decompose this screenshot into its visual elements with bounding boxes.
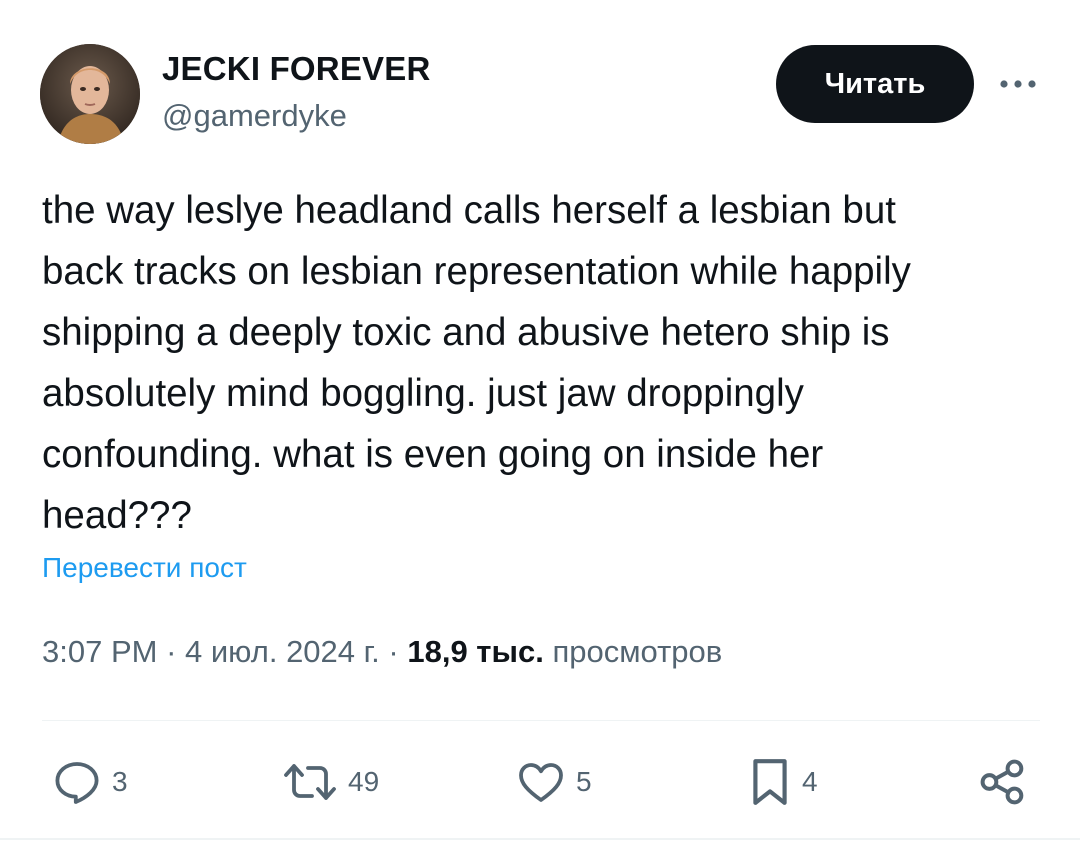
- tweet-text-line: head???: [42, 494, 192, 537]
- repost-icon: [284, 764, 336, 800]
- bookmark-icon: [753, 759, 787, 805]
- reply-count: 3: [112, 766, 128, 797]
- divider: [42, 720, 1040, 721]
- tweet-text-line: the way leslye headland calls herself a …: [42, 189, 896, 232]
- follow-button[interactable]: Читать: [776, 45, 974, 123]
- tweet-text: the way leslye headland calls herself a …: [42, 180, 1042, 546]
- user-handle[interactable]: @gamerdyke: [162, 98, 347, 134]
- repost-button[interactable]: 49: [282, 756, 379, 808]
- tweet-meta: 3:07 PM · 4 июл. 2024 г. · 18,9 тыс. про…: [42, 634, 722, 670]
- tweet-text-line: absolutely mind boggling. just jaw dropp…: [42, 372, 804, 415]
- bookmark-count: 4: [802, 766, 818, 797]
- bookmark-button[interactable]: 4: [748, 756, 818, 808]
- tweet-text-line: shipping a deeply toxic and abusive hete…: [42, 311, 890, 354]
- heart-icon: [519, 763, 563, 802]
- more-horizontal-icon: [1000, 80, 1036, 88]
- tweet-text-line: back tracks on lesbian representation wh…: [42, 250, 911, 293]
- meta-separator: ·: [379, 634, 408, 669]
- bottom-divider: [0, 838, 1080, 840]
- display-name[interactable]: JECKI FOREVER: [162, 50, 431, 88]
- more-options-button[interactable]: [996, 66, 1040, 102]
- translate-post-link[interactable]: Перевести пост: [42, 552, 247, 584]
- share-icon: [980, 759, 1024, 805]
- like-count: 5: [576, 766, 592, 797]
- repost-count: 49: [348, 766, 380, 797]
- tweet-time[interactable]: 3:07 PM: [42, 634, 157, 669]
- reply-icon: [55, 762, 99, 804]
- tweet-text-line: confounding. what is even going on insid…: [42, 433, 824, 476]
- like-button[interactable]: 5: [516, 756, 592, 808]
- views-count: 18,9 тыс.: [407, 634, 544, 669]
- views-label: просмотров: [552, 634, 723, 669]
- avatar-image: [40, 44, 140, 144]
- reply-button[interactable]: 3: [52, 756, 128, 808]
- meta-separator: ·: [157, 634, 186, 669]
- share-button[interactable]: [978, 756, 1028, 808]
- tweet-date[interactable]: 4 июл. 2024 г.: [185, 634, 380, 669]
- avatar[interactable]: [40, 44, 140, 144]
